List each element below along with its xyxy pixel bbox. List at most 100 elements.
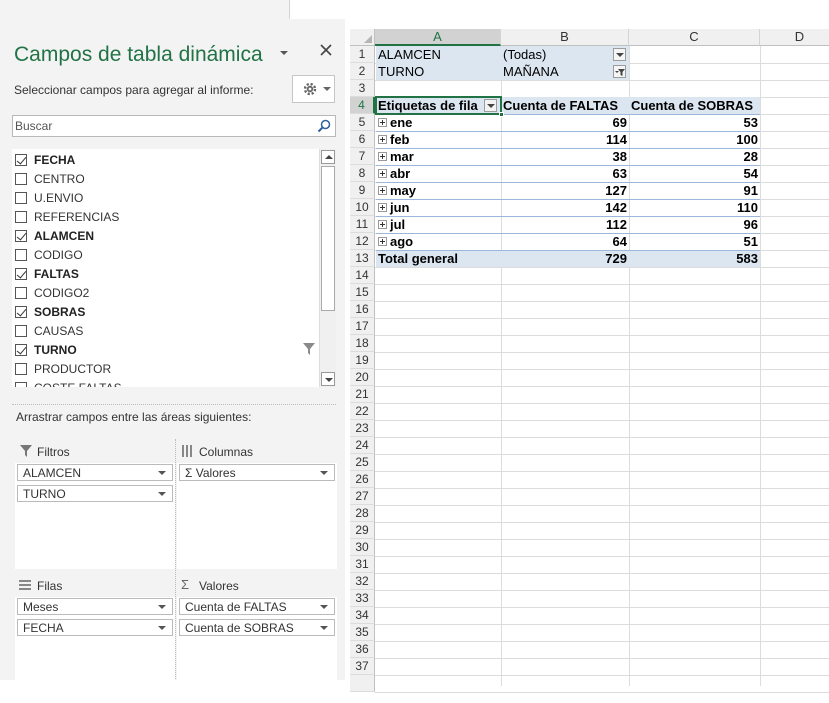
area-item-cuenta-sobras[interactable]: Cuenta de SOBRAS [179,619,335,636]
chevron-down-icon[interactable] [320,471,328,475]
row-header[interactable]: 21 [350,386,375,403]
field-item-codigo2[interactable]: CODIGO2 [12,284,312,303]
filter-dropdown-turno[interactable] [613,65,626,78]
row-header[interactable]: 16 [350,301,375,318]
total-faltas[interactable]: 729 [501,250,629,267]
filter-value-turno[interactable]: MAÑANA [501,63,629,80]
expand-icon[interactable] [378,237,387,247]
row-header[interactable]: 30 [350,539,375,556]
row-header[interactable]: 13 [350,250,375,267]
chevron-down-icon[interactable] [320,626,328,630]
field-checkbox[interactable] [15,268,27,280]
pivot-cell-faltas[interactable]: 142 [501,199,629,216]
pivot-cell-sobras[interactable]: 28 [629,148,760,165]
row-header[interactable]: 29 [350,522,375,539]
row-header[interactable]: 35 [350,624,375,641]
field-item-productor[interactable]: PRODUCTOR [12,360,312,379]
row-header[interactable]: 17 [350,318,375,335]
row-header[interactable]: 15 [350,284,375,301]
field-item-fecha[interactable]: FECHA [12,151,312,170]
row-header[interactable]: 22 [350,403,375,420]
row-header[interactable]: 34 [350,607,375,624]
pivot-cell-faltas[interactable]: 112 [501,216,629,233]
row-header[interactable]: 2 [350,63,375,80]
filter-field-turno[interactable]: TURNO [376,63,501,80]
row-header[interactable]: 7 [350,148,375,165]
row-header[interactable]: 20 [350,369,375,386]
chevron-down-icon[interactable] [320,605,328,609]
select-all-corner[interactable] [350,29,375,46]
field-checkbox[interactable] [15,382,27,387]
chevron-down-icon[interactable] [158,492,166,496]
expand-icon[interactable] [378,169,387,179]
pivot-cell-sobras[interactable]: 100 [629,131,760,148]
field-settings-button[interactable] [292,75,335,103]
field-checkbox[interactable] [15,325,27,337]
row-header[interactable]: 14 [350,267,375,284]
row-header[interactable]: 4 [350,97,375,114]
scroll-thumb[interactable] [321,166,335,311]
pivot-cell-sobras[interactable]: 110 [629,199,760,216]
row-header[interactable]: 5 [350,114,375,131]
expand-icon[interactable] [378,186,387,196]
area-item-alamcen[interactable]: ALAMCEN [17,464,173,481]
row-header[interactable]: 31 [350,556,375,573]
expand-icon[interactable] [378,220,387,230]
row-header[interactable]: 26 [350,471,375,488]
row-header[interactable]: 18 [350,335,375,352]
row-header[interactable]: 37 [350,658,375,675]
field-item-turno[interactable]: TURNO [12,341,312,360]
row-header[interactable]: 19 [350,352,375,369]
pivot-row-label[interactable]: jun [376,199,501,216]
row-header[interactable]: 3 [350,80,375,97]
pivot-cell-sobras[interactable]: 51 [629,233,760,250]
field-checkbox[interactable] [15,249,27,261]
pivot-row-label[interactable]: may [376,182,501,199]
field-checkbox[interactable] [15,192,27,204]
row-header[interactable]: 27 [350,488,375,505]
pivot-row-label[interactable]: ene [376,114,501,131]
field-list-scrollbar[interactable] [319,149,336,387]
pivot-row-label[interactable]: jul [376,216,501,233]
pivot-cell-faltas[interactable]: 64 [501,233,629,250]
pivot-cell-faltas[interactable]: 38 [501,148,629,165]
field-checkbox[interactable] [15,344,27,356]
row-header[interactable]: 28 [350,505,375,522]
column-header-a[interactable]: A [375,29,501,46]
row-header[interactable]: 6 [350,131,375,148]
field-item-referencias[interactable]: REFERENCIAS [12,208,312,227]
field-checkbox[interactable] [15,287,27,299]
chevron-down-icon[interactable] [158,471,166,475]
field-item-causas[interactable]: CAUSAS [12,322,312,341]
row-header[interactable]: 24 [350,437,375,454]
row-header[interactable]: 9 [350,182,375,199]
field-item-u-envio[interactable]: U.ENVIO [12,189,312,208]
row-header[interactable]: 32 [350,573,375,590]
area-item-meses[interactable]: Meses [17,598,173,615]
scroll-down-button[interactable] [321,372,335,386]
row-header[interactable]: 12 [350,233,375,250]
field-checkbox[interactable] [15,363,27,375]
search-icon[interactable] [317,119,331,133]
pivot-header-faltas[interactable]: Cuenta de FALTAS [501,97,629,114]
row-header[interactable]: 33 [350,590,375,607]
field-item-centro[interactable]: CENTRO [12,170,312,189]
pivot-cell-faltas[interactable]: 63 [501,165,629,182]
field-item-coste-faltas[interactable]: COSTE FALTAS [12,379,312,387]
column-header-b[interactable]: B [501,29,629,46]
pivot-cell-sobras[interactable]: 91 [629,182,760,199]
row-header[interactable]: 1 [350,46,375,63]
field-checkbox[interactable] [15,306,27,318]
row-header[interactable]: 36 [350,641,375,658]
pivot-row-label[interactable]: feb [376,131,501,148]
search-box[interactable] [12,115,336,137]
expand-icon[interactable] [378,135,387,145]
field-item-sobras[interactable]: SOBRAS [12,303,312,322]
filter-field-alamcen[interactable]: ALAMCEN [376,46,501,63]
column-header-c[interactable]: C [629,29,760,46]
field-item-alamcen[interactable]: ALAMCEN [12,227,312,246]
field-checkbox[interactable] [15,173,27,185]
pivot-cell-sobras[interactable]: 54 [629,165,760,182]
field-item-codigo[interactable]: CODIGO [12,246,312,265]
total-sobras[interactable]: 583 [629,250,760,267]
